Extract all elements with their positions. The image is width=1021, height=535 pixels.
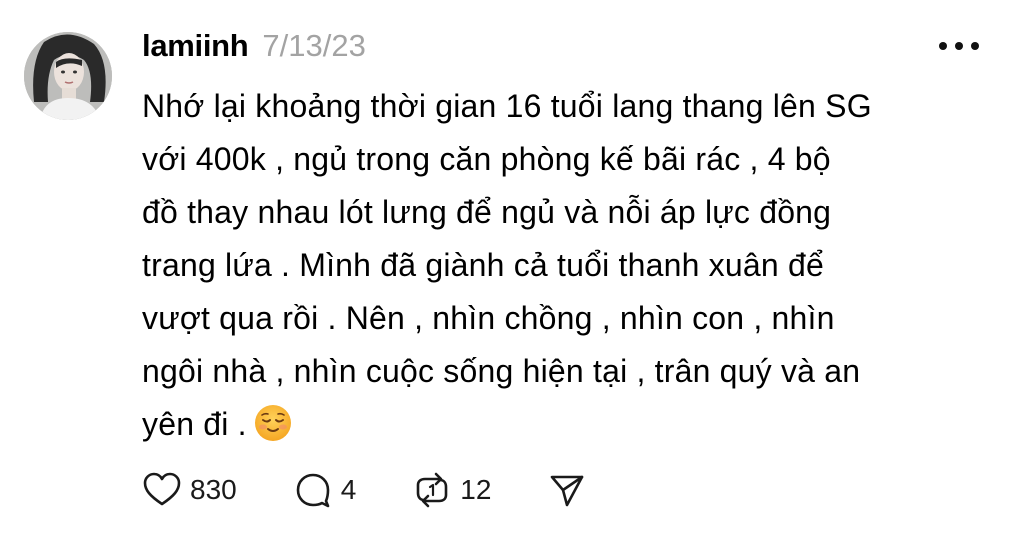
timestamp[interactable]: 7/13/23 (262, 28, 365, 64)
content-line: đồ thay nhau lót lưng để ngủ và nỗi áp l… (142, 194, 832, 230)
content-line: trang lứa . Mình đã giành cả tuổi thanh … (142, 247, 824, 283)
more-options-icon[interactable] (939, 34, 979, 58)
repost-button[interactable]: 12 (412, 470, 491, 510)
content-line-text: yên đi . (142, 406, 247, 442)
reply-count: 4 (340, 474, 357, 505)
post-header: lamiinh 7/13/23 (142, 28, 366, 68)
share-button[interactable] (547, 470, 587, 510)
content-line: với 400k , ngủ trong căn phòng kế bãi rá… (142, 141, 831, 177)
post-content: Nhớ lại khoảng thời gian 16 tuổi lang th… (142, 80, 982, 459)
avatar[interactable] (24, 32, 112, 120)
action-bar: 830 4 12 (142, 466, 643, 514)
content-line-last: yên đi . (142, 398, 982, 459)
like-count: 830 (190, 474, 237, 505)
smiling-face-emoji (253, 403, 293, 459)
reply-button[interactable]: 4 (293, 470, 357, 510)
content-line: vượt qua rồi . Nên , nhìn chồng , nhìn c… (142, 300, 835, 336)
thread-post: lamiinh 7/13/23 Nhớ lại khoảng thời gian… (0, 0, 1021, 535)
speech-bubble-icon (296, 473, 330, 508)
avatar-image (24, 32, 112, 120)
like-button[interactable]: 830 (142, 470, 237, 510)
username[interactable]: lamiinh (142, 28, 249, 64)
content-line: ngôi nhà , nhìn cuộc sống hiện tại , trâ… (142, 353, 861, 389)
repost-icon (416, 472, 448, 508)
heart-icon (143, 472, 181, 506)
send-icon (551, 475, 584, 507)
content-line: Nhớ lại khoảng thời gian 16 tuổi lang th… (142, 88, 872, 124)
repost-count: 12 (460, 474, 492, 505)
